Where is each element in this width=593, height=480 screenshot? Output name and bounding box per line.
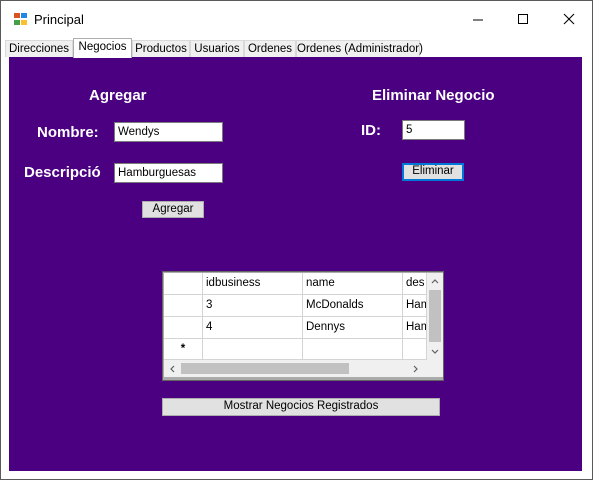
table-cell[interactable]	[303, 339, 403, 360]
horizontal-scrollbar[interactable]	[164, 360, 427, 377]
main-window: Principal Direcciones Negocios Productos…	[0, 0, 593, 480]
name-input[interactable]	[114, 122, 223, 142]
delete-section-title: Eliminar Negocio	[372, 87, 495, 104]
add-section-title: Agregar	[89, 87, 147, 104]
maximize-icon	[518, 14, 528, 24]
new-row-marker[interactable]: *	[164, 339, 203, 360]
tab-negocios[interactable]: Negocios	[73, 38, 132, 58]
table-cell[interactable]	[203, 339, 303, 360]
tab-ordenes[interactable]: Ordenes	[244, 40, 296, 57]
minimize-icon	[473, 19, 483, 21]
table-cell[interactable]: 3	[203, 295, 303, 317]
scroll-up-icon[interactable]	[431, 278, 439, 284]
show-businesses-button[interactable]: Mostrar Negocios Registrados	[162, 398, 440, 416]
title-bar[interactable]: Principal	[1, 1, 592, 37]
grid-corner-header[interactable]	[164, 273, 203, 295]
description-input[interactable]	[114, 163, 223, 183]
window-title: Principal	[34, 12, 84, 27]
table-cell[interactable]: Ham	[403, 295, 427, 317]
description-label: Descripció	[24, 164, 101, 181]
column-header-name[interactable]: name	[303, 273, 403, 295]
column-header-description[interactable]: des	[403, 273, 427, 295]
tab-strip: Direcciones Negocios Productos Usuarios …	[3, 38, 590, 58]
table-cell[interactable]	[403, 339, 427, 360]
maximize-button[interactable]	[500, 1, 546, 37]
close-button[interactable]	[546, 1, 592, 37]
id-input[interactable]	[402, 120, 465, 140]
negocios-panel: Agregar Eliminar Negocio Nombre: Descrip…	[9, 57, 582, 471]
column-header-idbusiness[interactable]: idbusiness	[203, 273, 303, 295]
scroll-down-icon[interactable]	[431, 349, 439, 355]
name-label: Nombre:	[37, 124, 99, 141]
table-cell[interactable]: Dennys	[303, 317, 403, 339]
minimize-button[interactable]	[455, 1, 501, 37]
vertical-scrollbar[interactable]	[427, 273, 443, 360]
table-cell[interactable]: McDonalds	[303, 295, 403, 317]
row-header[interactable]	[164, 317, 203, 339]
table-cell[interactable]: Ham	[403, 317, 427, 339]
id-label: ID:	[361, 122, 381, 139]
add-button[interactable]: Agregar	[142, 201, 204, 218]
tab-productos[interactable]: Productos	[132, 40, 190, 57]
horizontal-scroll-thumb[interactable]	[181, 363, 349, 374]
business-grid[interactable]: idbusiness name des 3 McDonalds Ham 4 De…	[162, 271, 444, 381]
tab-ordenes-administrador[interactable]: Ordenes (Administrador)	[296, 40, 423, 57]
tab-direcciones[interactable]: Direcciones	[5, 40, 73, 57]
scroll-left-icon[interactable]	[169, 365, 175, 373]
scrollbar-corner	[427, 360, 443, 377]
close-icon	[563, 13, 575, 25]
scroll-right-icon[interactable]	[413, 365, 419, 373]
table-cell[interactable]: 4	[203, 317, 303, 339]
tab-usuarios[interactable]: Usuarios	[190, 40, 244, 57]
delete-button[interactable]: Eliminar	[402, 163, 464, 181]
row-header[interactable]	[164, 295, 203, 317]
vertical-scroll-thumb[interactable]	[429, 290, 441, 342]
app-icon	[14, 13, 28, 26]
